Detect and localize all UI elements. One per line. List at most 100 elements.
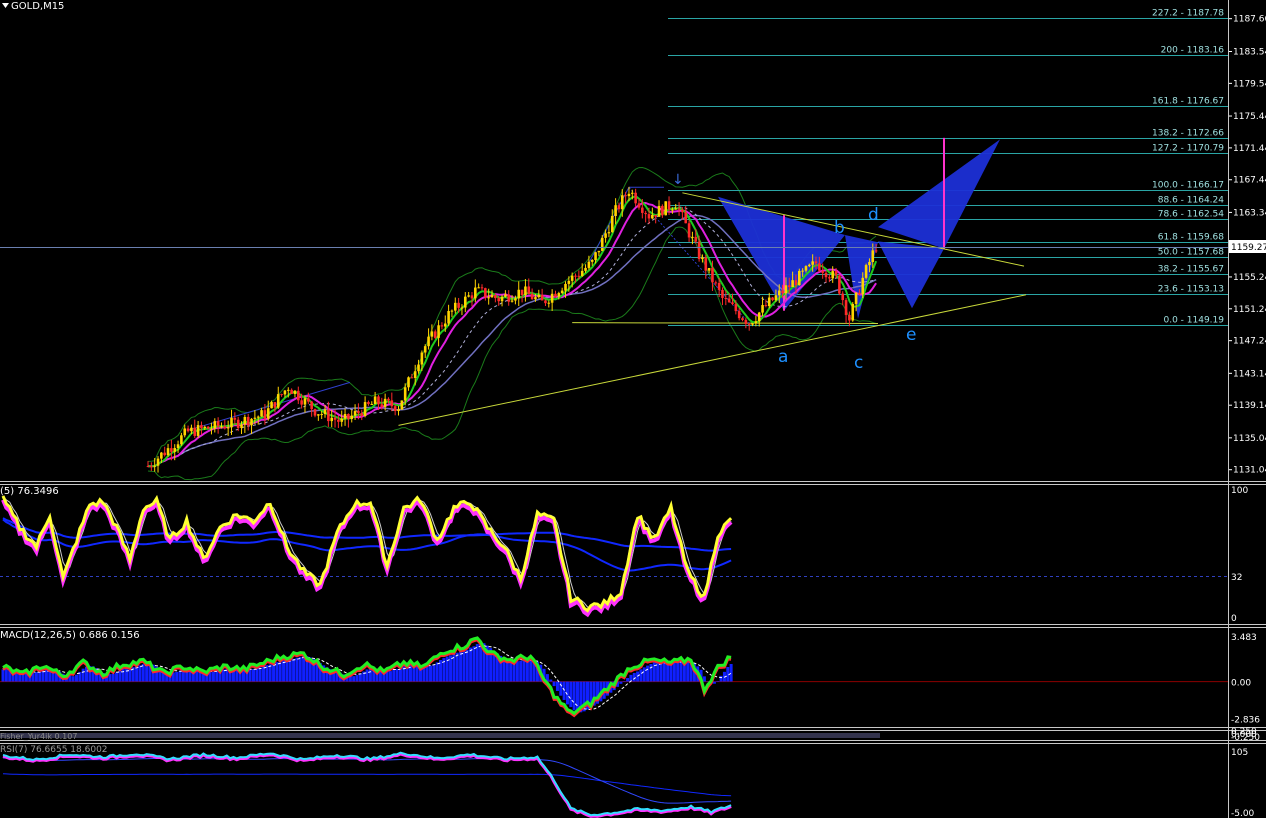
wave-label: c (854, 353, 863, 373)
macd-pane[interactable]: 3.483 0.00 -2.836 (0, 633, 1260, 726)
candle-body (824, 272, 828, 278)
price-tick-label: 1147.24 (1233, 337, 1266, 347)
candle-body (864, 265, 868, 278)
candle-body (270, 402, 273, 409)
fib-label: 23.6 - 1153.13 (1158, 285, 1224, 295)
candle-body (751, 323, 754, 325)
candle-body (808, 264, 811, 267)
candle-body (437, 325, 440, 338)
symbol-title-group[interactable]: GOLD,M15 (2, 1, 64, 12)
candle-body (587, 261, 591, 268)
candle-body (196, 425, 200, 436)
candle-body (764, 305, 768, 307)
candle-body (711, 267, 714, 283)
fib-label: 127.2 - 1170.79 (1152, 144, 1224, 154)
macd-label: MACD(12,26,5) 0.686 0.156 (0, 630, 140, 641)
candle-body (647, 214, 651, 219)
stochastic-pane[interactable]: 100 32 0 (0, 486, 1248, 624)
candle-body (637, 203, 641, 208)
stoch-tick-label: 100 (1231, 486, 1248, 496)
candle-body (246, 416, 250, 426)
candle-body (600, 237, 604, 251)
candle-body (871, 250, 875, 262)
candle-body (697, 241, 701, 260)
fib-label: 161.8 - 1176.67 (1152, 97, 1224, 107)
symbol-title: GOLD,M15 (11, 1, 64, 12)
candle-body (727, 298, 731, 303)
candle-body (430, 331, 434, 337)
candle-body (701, 257, 704, 260)
candle-body (490, 295, 494, 298)
candle-body (851, 303, 855, 321)
fibonacci-levels[interactable]: 227.2 - 1187.78 200 - 1183.16 161.8 - 1176… (668, 9, 1228, 326)
candle-body (153, 465, 156, 467)
candle-body (343, 414, 347, 419)
candle-body (631, 192, 634, 194)
candle-body (293, 390, 297, 395)
rsi-pane[interactable]: 105 -5.00 (2, 748, 1255, 818)
candle-body (771, 297, 774, 301)
candle-body (757, 312, 761, 322)
candle-body (828, 277, 831, 279)
candle-body (694, 236, 698, 242)
candle-body (464, 296, 467, 308)
stochastic-label: (5) 76.3496 (0, 486, 59, 497)
price-tick-label: 1143.14 (1233, 369, 1266, 379)
candle-body (403, 387, 407, 401)
candle-body (831, 271, 834, 279)
candle-body (594, 252, 597, 261)
candle-body (597, 250, 601, 253)
candle-body (390, 400, 394, 407)
price-tick-label: 1187.66 (1233, 15, 1266, 25)
candle-body (504, 294, 507, 297)
candle-body (667, 201, 671, 210)
candle-body (447, 310, 450, 324)
candle-body (614, 205, 617, 216)
candle-body (200, 425, 203, 429)
candle-body (160, 452, 163, 459)
macd-tick-label: -2.836 (1231, 716, 1260, 726)
candle-body (737, 311, 741, 319)
current-price-label: 1159.27 (1231, 243, 1266, 253)
candle-body (858, 292, 861, 295)
candle-body (721, 289, 724, 298)
candle-body (731, 302, 734, 305)
candle-body (450, 310, 454, 312)
candle-body (433, 331, 437, 338)
candle-body (173, 448, 177, 452)
candle-body (383, 398, 387, 407)
candle-body (530, 293, 534, 300)
candle-body (818, 263, 821, 271)
candle-body (707, 267, 711, 271)
candle-body (834, 271, 838, 276)
candle-body (814, 261, 818, 264)
candle-body (654, 214, 657, 217)
trading-chart[interactable]: GOLD,M15 227.2 - 1187.78 200 - 1183.16 161… (0, 0, 1266, 818)
candle-body (353, 411, 357, 416)
candle-body (166, 448, 170, 456)
candle-body (183, 428, 187, 436)
price-tick-label: 1155.24 (1233, 273, 1266, 283)
candle-body (838, 275, 841, 294)
candle-body (487, 297, 490, 299)
candle-body (360, 412, 364, 417)
candle-body (440, 325, 444, 327)
candle-body (233, 417, 237, 420)
rsi-tick-label: 105 (1231, 748, 1248, 758)
arrow-down-icon: ↓ (672, 172, 684, 188)
rsi-slow-line (2, 757, 732, 804)
candle-body (557, 293, 561, 297)
candle-body (787, 285, 791, 287)
candle-body (393, 406, 397, 412)
candle-body (791, 280, 794, 287)
candle-body (156, 458, 160, 466)
candle-body (276, 394, 280, 408)
candle-body (206, 426, 210, 429)
candle-body (327, 409, 330, 422)
price-tick-label: 1175.44 (1233, 112, 1266, 122)
chevron-down-icon[interactable] (2, 3, 9, 8)
macd-tick-label: 3.483 (1231, 633, 1257, 643)
rsi-tick-label: -5.00 (1231, 809, 1255, 818)
candle-body (367, 402, 370, 405)
candle-body (520, 289, 524, 296)
